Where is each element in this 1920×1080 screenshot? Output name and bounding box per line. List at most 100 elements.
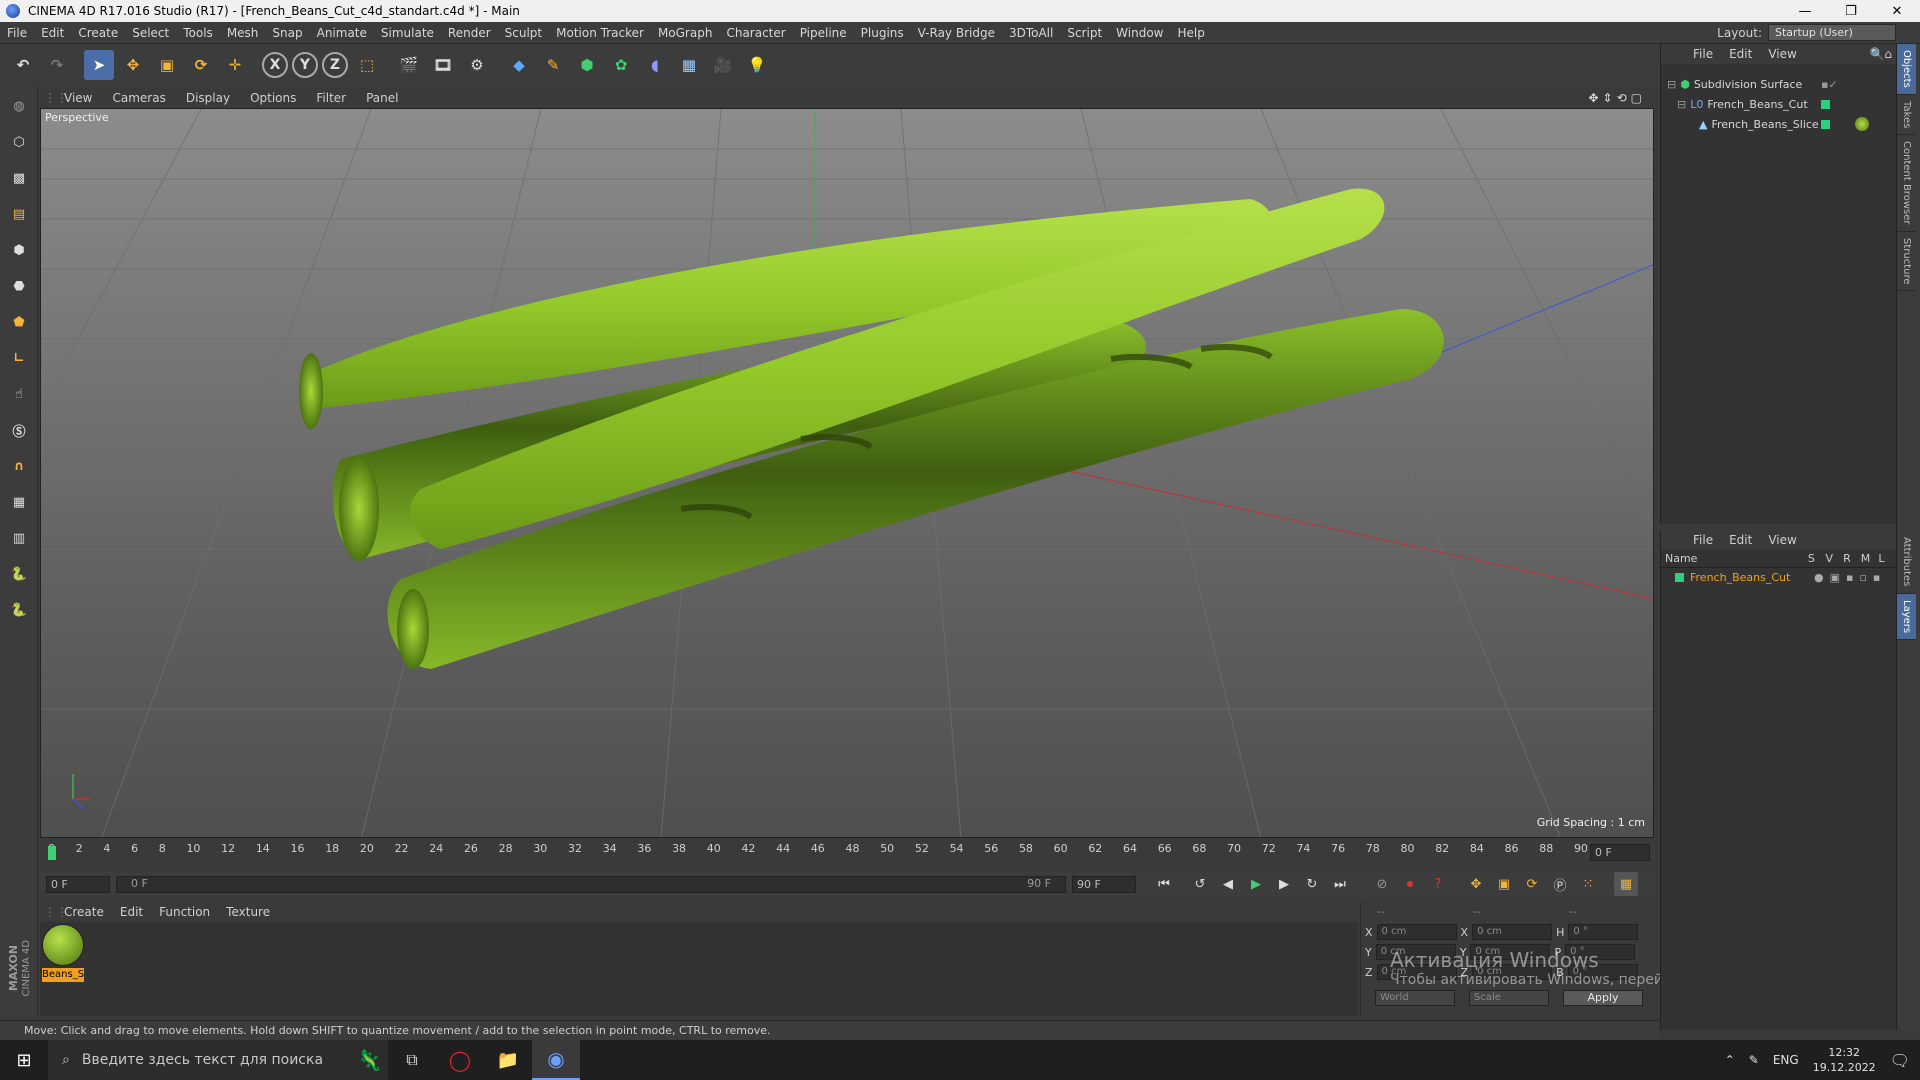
menu-snap[interactable]: Snap bbox=[265, 26, 309, 40]
edges-mode-icon[interactable]: ⬣ bbox=[3, 270, 35, 302]
perspective-viewport[interactable]: Perspective Grid Spacing : 1 cm bbox=[40, 108, 1654, 838]
menu-file[interactable]: File bbox=[0, 26, 34, 40]
previous-frame-icon[interactable]: ◀ bbox=[1216, 872, 1240, 896]
menu-tools[interactable]: Tools bbox=[176, 26, 220, 40]
layer-flags-icons[interactable]: ●▣▪▫▪ bbox=[1814, 571, 1886, 584]
layer-menu-view[interactable]: View bbox=[1760, 533, 1804, 547]
move-tool-icon[interactable]: ✥ bbox=[118, 50, 148, 80]
menu-select[interactable]: Select bbox=[125, 26, 176, 40]
viewport-menu-cameras[interactable]: Cameras bbox=[104, 91, 177, 105]
menu-sculpt[interactable]: Sculpt bbox=[498, 26, 549, 40]
apply-button[interactable]: Apply bbox=[1563, 990, 1643, 1006]
tab-structure[interactable]: Structure bbox=[1897, 232, 1916, 292]
object-manager-tools-icon[interactable]: 🔍⌂ bbox=[1861, 47, 1896, 61]
material-menu-create[interactable]: Create bbox=[56, 905, 112, 919]
menu-window[interactable]: Window bbox=[1109, 26, 1170, 40]
menu-animate[interactable]: Animate bbox=[310, 26, 374, 40]
key-point-level-icon[interactable]: ⁙ bbox=[1576, 872, 1600, 896]
layer-menu-file[interactable]: File bbox=[1685, 533, 1721, 547]
render-picture-viewer-icon[interactable]: 🎞 bbox=[428, 50, 458, 80]
undo-icon[interactable]: ↶ bbox=[8, 50, 38, 80]
layer-color-swatch[interactable] bbox=[1821, 100, 1830, 109]
menu-help[interactable]: Help bbox=[1170, 26, 1211, 40]
render-view-icon[interactable]: 🎬 bbox=[394, 50, 424, 80]
task-view-icon[interactable]: ⧉ bbox=[388, 1040, 436, 1080]
timeline-window-icon[interactable]: ▦ bbox=[1614, 872, 1638, 896]
object-row-subdivision-surface[interactable]: ⊟ ⬢ Subdivision Surface ▪✓ bbox=[1661, 74, 1897, 94]
tweak-mode-icon[interactable]: ☝ bbox=[3, 378, 35, 410]
axis-mode-icon[interactable]: ∟ bbox=[3, 342, 35, 374]
size-mode-dropdown[interactable]: Scale bbox=[1469, 990, 1549, 1006]
texture-mode-icon[interactable]: ▩ bbox=[3, 162, 35, 194]
magnet-icon[interactable]: ∩ bbox=[3, 450, 35, 482]
minimize-button[interactable]: — bbox=[1782, 0, 1828, 22]
timeline-ruler[interactable]: 0246810121416182022242628303234363840424… bbox=[40, 840, 1654, 866]
size-x-field[interactable]: 0 cm bbox=[1472, 924, 1553, 940]
cube-primitive-icon[interactable]: ◆ bbox=[504, 50, 534, 80]
menu-motion-tracker[interactable]: Motion Tracker bbox=[549, 26, 651, 40]
select-tool-icon[interactable]: ➤ bbox=[84, 50, 114, 80]
points-mode-icon[interactable]: ⬢ bbox=[3, 234, 35, 266]
layer-menu-edit[interactable]: Edit bbox=[1721, 533, 1760, 547]
end-frame-field[interactable]: 90 F bbox=[1072, 875, 1136, 893]
render-settings-icon[interactable]: ⚙ bbox=[462, 50, 492, 80]
axis-y-lock-icon[interactable]: Y bbox=[292, 52, 318, 78]
material-menu-texture[interactable]: Texture bbox=[218, 905, 278, 919]
layer-color-swatch[interactable] bbox=[1675, 572, 1684, 582]
make-editable-icon[interactable]: ◍ bbox=[3, 90, 35, 122]
menu-pipeline[interactable]: Pipeline bbox=[793, 26, 854, 40]
menu-create[interactable]: Create bbox=[71, 26, 125, 40]
material-menu-edit[interactable]: Edit bbox=[112, 905, 151, 919]
spline-pen-icon[interactable]: ✎ bbox=[538, 50, 568, 80]
material-menu-function[interactable]: Function bbox=[151, 905, 218, 919]
start-frame-field[interactable]: 0 F bbox=[46, 875, 110, 893]
menu-simulate[interactable]: Simulate bbox=[374, 26, 441, 40]
tab-attributes[interactable]: Attributes bbox=[1897, 531, 1916, 594]
go-to-start-icon[interactable]: ⏮ bbox=[1152, 872, 1176, 896]
viewport-menu-display[interactable]: Display bbox=[178, 91, 242, 105]
workplane-mode-icon[interactable]: ▤ bbox=[3, 198, 35, 230]
key-scale-icon[interactable]: ▣ bbox=[1492, 872, 1516, 896]
model-mode-icon[interactable]: ⬡ bbox=[3, 126, 35, 158]
viewport-menu-filter[interactable]: Filter bbox=[308, 91, 358, 105]
next-key-icon[interactable]: ↻ bbox=[1300, 872, 1324, 896]
position-x-field[interactable]: 0 cm bbox=[1376, 924, 1457, 940]
menu-script[interactable]: Script bbox=[1060, 26, 1109, 40]
key-parameter-icon[interactable]: Ⓟ bbox=[1548, 872, 1572, 896]
opera-browser-icon[interactable]: ◯ bbox=[436, 1040, 484, 1080]
camera-icon[interactable]: 🎥 bbox=[708, 50, 738, 80]
object-menu-file[interactable]: File bbox=[1685, 47, 1721, 61]
pen-tray-icon[interactable]: ✎ bbox=[1749, 1053, 1759, 1067]
layout-dropdown[interactable]: Startup (User) bbox=[1768, 24, 1896, 41]
autokey-icon[interactable]: ? bbox=[1426, 872, 1450, 896]
key-position-icon[interactable]: ✥ bbox=[1464, 872, 1488, 896]
menu-character[interactable]: Character bbox=[719, 26, 792, 40]
menu-mograph[interactable]: MoGraph bbox=[651, 26, 720, 40]
light-icon[interactable]: 💡 bbox=[742, 50, 772, 80]
rotation-h-field[interactable]: 0 ° bbox=[1568, 924, 1639, 940]
object-row-french-beans-slice[interactable]: ▲ French_Beans_Slice bbox=[1661, 114, 1897, 134]
floor-environment-icon[interactable]: ▦ bbox=[674, 50, 704, 80]
material-tag-icon[interactable] bbox=[1855, 117, 1869, 131]
planar-workplane-icon[interactable]: ▥ bbox=[3, 522, 35, 554]
lock-workplane-icon[interactable]: ▦ bbox=[3, 486, 35, 518]
notifications-icon[interactable]: 🗨 bbox=[1890, 1051, 1910, 1070]
python-script-icon[interactable]: 🐍 bbox=[3, 558, 35, 590]
object-row-french-beans-cut[interactable]: ⊟ L0 French_Beans_Cut bbox=[1661, 94, 1897, 114]
key-rotation-icon[interactable]: ⟳ bbox=[1520, 872, 1544, 896]
frame-range-slider[interactable]: 0 F 90 F bbox=[116, 875, 1066, 893]
language-indicator[interactable]: ENG bbox=[1773, 1053, 1799, 1067]
viewport-menu-options[interactable]: Options bbox=[242, 91, 308, 105]
axis-x-lock-icon[interactable]: X bbox=[262, 52, 288, 78]
layer-row[interactable]: French_Beans_Cut ●▣▪▫▪ bbox=[1661, 568, 1896, 586]
file-explorer-icon[interactable]: 📁 bbox=[484, 1040, 532, 1080]
tab-takes[interactable]: Takes bbox=[1897, 95, 1916, 136]
object-menu-edit[interactable]: Edit bbox=[1721, 47, 1760, 61]
menu-vray-bridge[interactable]: V-Ray Bridge bbox=[911, 26, 1002, 40]
menu-mesh[interactable]: Mesh bbox=[220, 26, 266, 40]
tab-layers[interactable]: Layers bbox=[1897, 593, 1916, 640]
cinema4d-taskbar-icon[interactable]: ◉ bbox=[532, 1040, 580, 1080]
redo-icon[interactable]: ↷ bbox=[42, 50, 72, 80]
current-frame-field[interactable]: 0 F bbox=[1590, 844, 1650, 861]
menu-edit[interactable]: Edit bbox=[34, 26, 71, 40]
